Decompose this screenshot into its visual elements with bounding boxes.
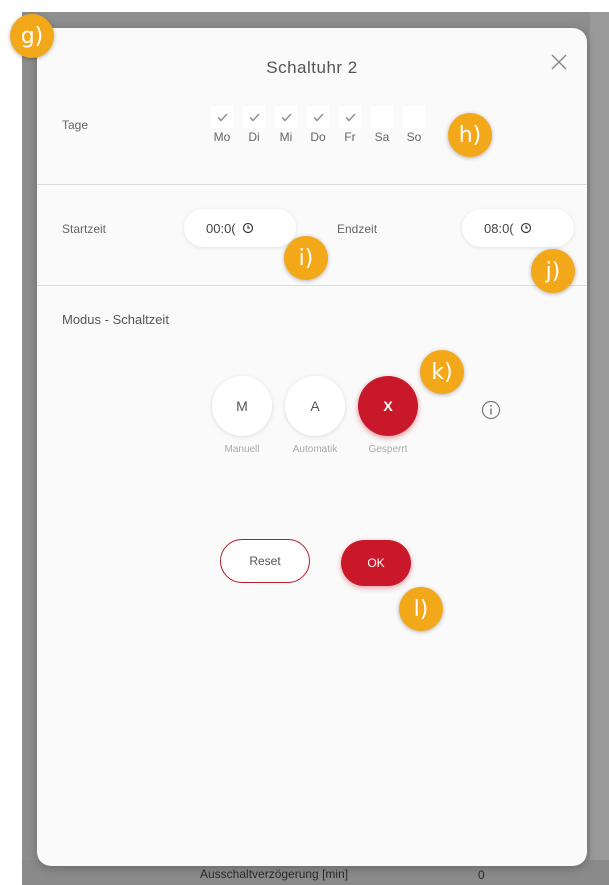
- start-time-input[interactable]: 00:0(: [184, 209, 296, 247]
- day-checkbox-sa[interactable]: Sa: [367, 106, 397, 144]
- backdrop-right-edge: [590, 12, 609, 885]
- checkbox-box: [307, 106, 329, 128]
- check-icon: [345, 113, 355, 121]
- checkbox-box: [339, 106, 361, 128]
- mode-automatic-button[interactable]: A: [285, 376, 345, 436]
- reset-button[interactable]: Reset: [220, 539, 310, 583]
- annotation-badge: i): [284, 236, 328, 280]
- mode-label: Modus - Schaltzeit: [62, 312, 169, 327]
- clock-icon: [242, 222, 253, 234]
- background-row-value: 0: [478, 868, 485, 882]
- day-label: Di: [248, 130, 260, 144]
- check-icon: [313, 113, 323, 121]
- day-label: Sa: [374, 130, 390, 144]
- end-time-input[interactable]: 08:0(: [462, 209, 574, 247]
- ok-button[interactable]: OK: [341, 540, 411, 586]
- day-checkbox-mo[interactable]: Mo: [207, 106, 237, 144]
- mode-manual-button[interactable]: M: [212, 376, 272, 436]
- day-selector: Mo Di Mi Do Fr Sa So: [207, 106, 429, 144]
- annotation-badge: h): [448, 113, 492, 157]
- checkbox-box: [243, 106, 265, 128]
- reset-button-label: Reset: [249, 554, 281, 568]
- end-time-label: Endzeit: [337, 222, 378, 236]
- check-icon: [249, 113, 259, 121]
- day-label: So: [406, 130, 422, 144]
- day-label: Mo: [213, 130, 231, 144]
- schaltuhr-dialog: Schaltuhr 2 Tage Mo Di Mi Do Fr Sa So Startzei…: [37, 28, 587, 866]
- checkbox-box: [275, 106, 297, 128]
- ok-button-label: OK: [367, 556, 385, 570]
- checkbox-box: [403, 106, 425, 128]
- days-label: Tage: [62, 118, 89, 132]
- annotation-badge: j): [531, 249, 575, 293]
- day-checkbox-di[interactable]: Di: [239, 106, 269, 144]
- mode-locked-letter: X: [383, 398, 393, 414]
- day-label: Mi: [279, 130, 293, 144]
- close-icon[interactable]: [547, 50, 571, 74]
- mode-manual-letter: M: [236, 398, 248, 414]
- day-checkbox-mi[interactable]: Mi: [271, 106, 301, 144]
- background-row-label: Ausschaltverzögerung [min]: [200, 867, 349, 881]
- day-label: Fr: [344, 130, 356, 144]
- check-icon: [281, 113, 291, 121]
- mode-locked-button[interactable]: X: [358, 376, 418, 436]
- divider: [37, 184, 587, 185]
- day-checkbox-fr[interactable]: Fr: [335, 106, 365, 144]
- divider: [37, 285, 587, 286]
- dialog-title: Schaltuhr 2: [266, 58, 358, 77]
- mode-automatic-letter: A: [310, 398, 320, 414]
- mode-automatic-label: Automatik: [292, 444, 338, 455]
- clock-icon: [520, 222, 531, 234]
- annotation-badge: k): [420, 350, 464, 394]
- start-time-value: 00:0(: [206, 220, 236, 236]
- day-label: Do: [310, 130, 326, 144]
- annotation-badge: g): [10, 14, 54, 58]
- start-time-label: Startzeit: [62, 222, 107, 236]
- checkbox-box: [211, 106, 233, 128]
- day-checkbox-so[interactable]: So: [399, 106, 429, 144]
- end-time-value: 08:0(: [484, 220, 514, 236]
- check-icon: [217, 113, 227, 121]
- day-checkbox-do[interactable]: Do: [303, 106, 333, 144]
- mode-manual-label: Manuell: [224, 444, 260, 455]
- info-icon[interactable]: [481, 400, 501, 420]
- annotation-badge: l): [399, 587, 443, 631]
- checkbox-box: [371, 106, 393, 128]
- mode-locked-label: Gesperrt: [368, 444, 408, 455]
